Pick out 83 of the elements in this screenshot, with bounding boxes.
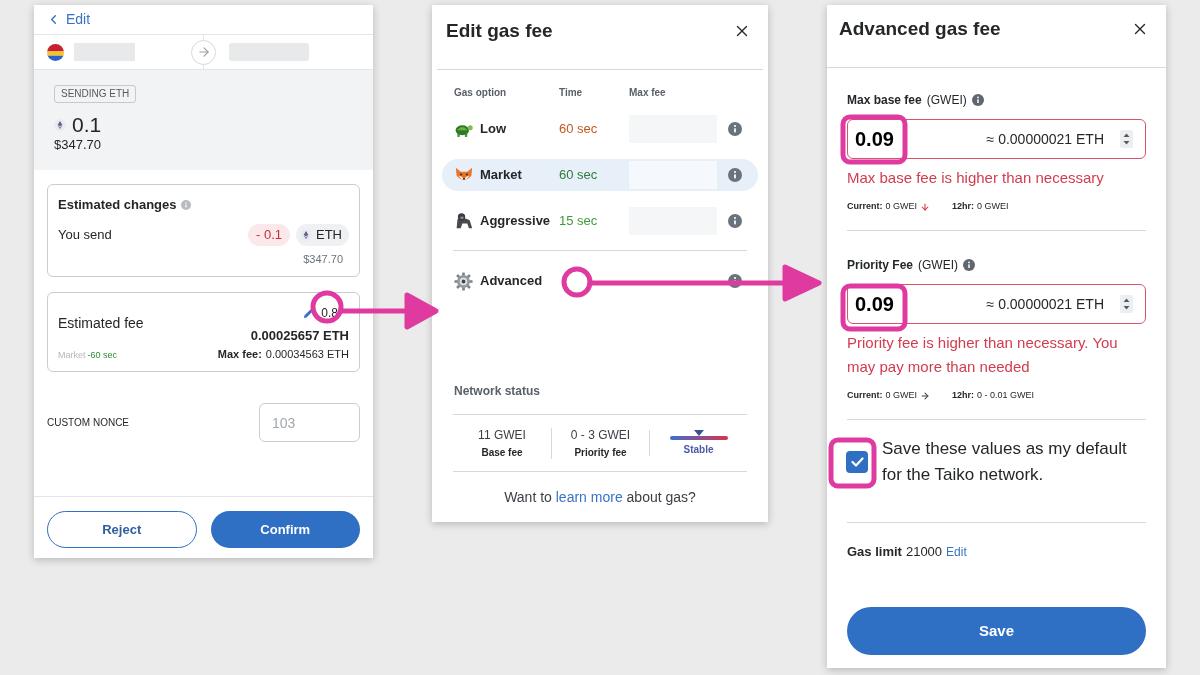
info-icon[interactable] — [728, 214, 742, 228]
amount-text: 0.1 — [72, 113, 102, 137]
fiat-amount-text: $347.70 — [54, 137, 101, 153]
back-link[interactable]: Edit — [46, 9, 91, 30]
time-estimate-text: 60 sec — [559, 120, 599, 139]
card-title: Estimated fee — [58, 314, 144, 332]
learn-more-link[interactable]: learn more — [555, 489, 623, 505]
gas-limit-label: Gas limit — [847, 543, 902, 562]
gear-icon — [454, 271, 473, 291]
default-checkbox[interactable] — [846, 451, 868, 473]
arrow-right-icon — [920, 391, 930, 401]
error-message: Priority fee is higher than necessary. You may pay more than needed — [847, 333, 1119, 377]
time-estimate-text: 60 sec — [559, 166, 599, 185]
token-pill: ETH — [296, 224, 349, 246]
amount-change-pill: - 0.1 — [248, 224, 290, 246]
current-label: Current: — [847, 200, 883, 214]
network-trend-text: Stable — [683, 443, 714, 456]
nonce-input[interactable]: 103 — [259, 403, 360, 442]
info-icon[interactable] — [728, 122, 742, 136]
fiat-value-text: $347.70 — [303, 252, 343, 266]
arrow-down-icon — [920, 202, 930, 212]
nonce-label: CUSTOM NONCE — [47, 416, 130, 430]
stat-label: Base fee — [481, 445, 523, 459]
eth-conversion-text: ≈ 0.00000021 ETH — [986, 294, 1104, 314]
current-value: 0 GWEI — [885, 389, 917, 403]
unit-text: (GWEI) — [926, 92, 967, 109]
annotation-highlight-frame — [840, 283, 908, 332]
history-label: 12hr: — [952, 389, 975, 403]
save-default-label: Save these values as my default for the Taiko network. — [882, 438, 1128, 486]
annotation-highlight-frame — [828, 437, 877, 489]
max-fee-value: 0.00034563 ETH — [265, 347, 349, 361]
fee-amount-text: 0.00025657 ETH — [250, 328, 349, 344]
save-button[interactable]: Save — [847, 607, 1146, 655]
section-title: Network status — [454, 383, 542, 399]
stat-value: 11 GWEI — [478, 427, 526, 443]
edit-link[interactable]: Edit — [946, 543, 967, 561]
stepper-icon[interactable] — [1120, 295, 1133, 313]
info-icon — [963, 259, 976, 271]
stability-gauge-icon — [669, 430, 728, 441]
confirm-button[interactable]: Confirm — [210, 511, 360, 548]
field-label: Max base fee — [847, 92, 922, 109]
time-estimate-text: -60 sec — [87, 349, 118, 361]
account-avatar-icon — [47, 43, 64, 61]
reject-button[interactable]: Reject — [47, 511, 197, 548]
gorilla-icon — [454, 212, 474, 230]
history-value: 0 GWEI — [977, 200, 1009, 214]
field-label: Priority Fee — [847, 257, 914, 274]
current-value: 0 GWEI — [885, 200, 917, 214]
max-fee-label: Max fee: — [217, 347, 262, 361]
error-message: Max base fee is higher than necessary — [847, 168, 1105, 188]
panel-title: Edit gas fee — [446, 19, 553, 43]
history-label: 12hr: — [952, 200, 975, 214]
current-label: Current: — [847, 389, 883, 403]
history-value: 0 - 0.01 GWEI — [977, 389, 1035, 403]
gas-limit-value: 21000 — [905, 543, 943, 562]
column-header: Max fee — [629, 86, 667, 100]
arrow-right-icon — [191, 39, 216, 65]
eth-conversion-text: ≈ 0.00000021 ETH — [986, 129, 1104, 149]
column-header: Time — [559, 86, 584, 100]
info-icon[interactable] — [728, 274, 742, 288]
unit-text: (GWEI) — [918, 257, 959, 274]
fee-input-field[interactable]: 0.09 ≈ 0.00000021 ETH — [847, 284, 1146, 324]
checkmark-icon — [850, 457, 864, 467]
stat-label: Priority fee — [574, 445, 627, 459]
fee-input-field[interactable]: 0.09 ≈ 0.00000021 ETH — [847, 119, 1146, 159]
status-tag: SENDING ETH — [54, 85, 137, 103]
info-icon[interactable] — [728, 168, 742, 182]
info-icon — [971, 94, 984, 106]
column-header: Gas option — [454, 86, 508, 100]
info-icon — [180, 200, 191, 210]
time-estimate-text: 15 sec — [559, 212, 599, 231]
gas-option-text: Market — [58, 349, 86, 361]
fee-value-input[interactable]: 0.09 — [855, 124, 915, 154]
card-title: Estimated changes — [58, 196, 177, 215]
gas-help-text: Want to learn more about gas? — [503, 488, 697, 507]
annotation-highlight-frame — [840, 114, 908, 165]
fee-value-input[interactable]: 0.09 — [855, 289, 915, 319]
advanced-option-row[interactable]: Advanced — [442, 265, 758, 297]
panel-title: Advanced gas fee — [839, 17, 1001, 41]
stepper-icon[interactable] — [1120, 130, 1133, 148]
row-label: You send — [58, 226, 112, 245]
stat-value: 0 - 3 GWEI — [570, 427, 631, 443]
gas-option-row[interactable]: Market 60 sec — [442, 159, 758, 191]
